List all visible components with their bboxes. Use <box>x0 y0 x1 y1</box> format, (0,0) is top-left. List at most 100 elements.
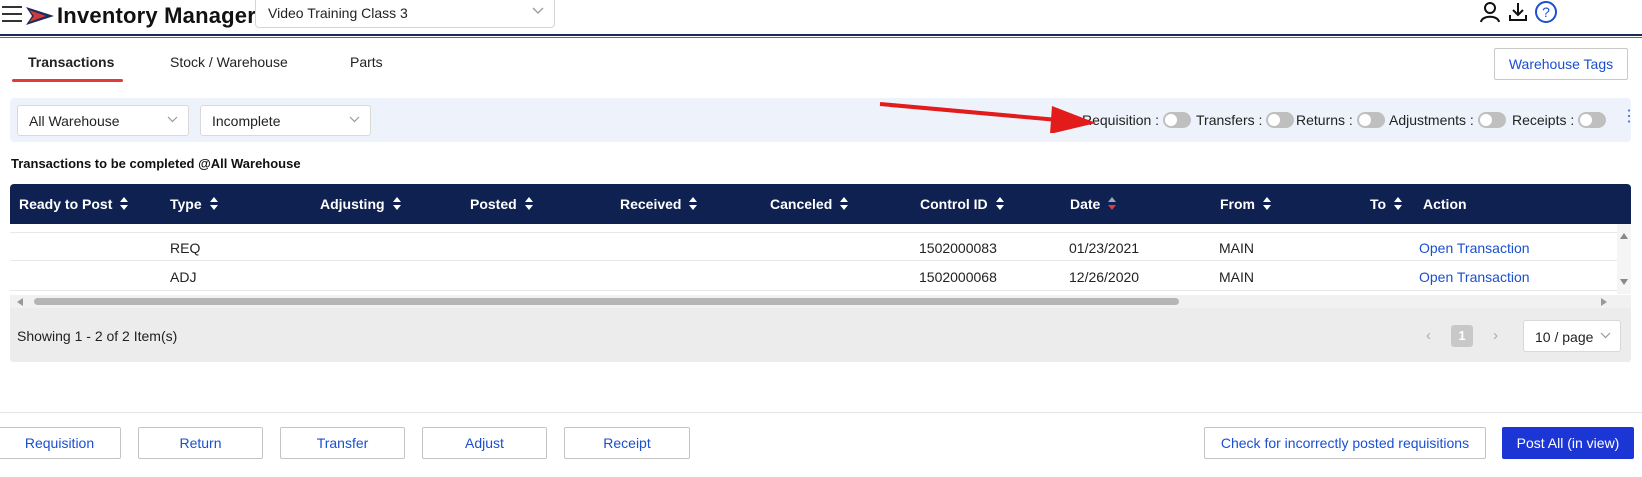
column-label: Canceled <box>770 196 833 212</box>
current-page[interactable]: 1 <box>1451 325 1473 347</box>
horizontal-scrollbar[interactable] <box>10 295 1631 308</box>
tab-transactions[interactable]: Transactions <box>28 54 114 70</box>
column-header-control-id[interactable]: Control ID <box>920 196 1004 212</box>
menu-icon[interactable] <box>2 6 22 24</box>
header-rule <box>0 34 1642 36</box>
column-header-received[interactable]: Received <box>620 196 698 212</box>
column-header-to[interactable]: To <box>1370 196 1403 212</box>
receipts-toggle-label: Receipts : <box>1512 112 1575 128</box>
scroll-right-icon[interactable] <box>1601 298 1607 306</box>
adjust-button[interactable]: Adjust <box>422 427 547 459</box>
receipts-toggle[interactable] <box>1578 112 1607 128</box>
cell-date: 12/26/2020 <box>1069 269 1140 285</box>
transfers-toggle[interactable] <box>1266 112 1295 128</box>
column-label: Control ID <box>920 196 988 212</box>
cell-type: REQ <box>170 240 201 256</box>
returns-toggle[interactable] <box>1356 112 1385 128</box>
user-icon[interactable] <box>1478 0 1502 24</box>
scrollbar-thumb[interactable] <box>34 298 1179 305</box>
chevron-down-icon <box>167 116 178 123</box>
sort-icon <box>1263 197 1271 211</box>
vertical-scrollbar[interactable] <box>1617 224 1631 294</box>
scroll-up-icon[interactable] <box>1620 233 1628 239</box>
chevron-right-icon[interactable]: › <box>1493 327 1498 344</box>
check-incorrect-requisitions-button[interactable]: Check for incorrectly posted requisition… <box>1204 427 1486 459</box>
sort-desc-icon <box>1108 197 1117 211</box>
receipt-button[interactable]: Receipt <box>564 427 690 459</box>
transfers-toggle-group: Transfers : <box>1196 111 1295 129</box>
column-header-posted[interactable]: Posted <box>470 196 533 212</box>
column-header-action: Action <box>1423 196 1467 212</box>
sort-icon <box>120 197 129 211</box>
column-label: Ready to Post <box>19 196 113 212</box>
download-icon[interactable] <box>1506 0 1530 24</box>
open-transaction-link[interactable]: Open Transaction <box>1419 240 1530 256</box>
sort-icon <box>1394 197 1403 211</box>
cell-type: ADJ <box>170 269 197 285</box>
tab-parts[interactable]: Parts <box>350 54 383 70</box>
red-arrow-annotation <box>879 102 1096 133</box>
column-header-adjusting[interactable]: Adjusting <box>320 196 401 212</box>
requisition-button[interactable]: Requisition <box>0 427 121 459</box>
scroll-down-icon[interactable] <box>1620 279 1628 285</box>
cell-from: MAIN <box>1219 269 1254 285</box>
tab-bar: Transactions Stock / Warehouse Parts <box>0 44 1642 84</box>
chevron-left-icon[interactable]: ‹ <box>1426 327 1431 344</box>
column-header-from[interactable]: From <box>1220 196 1271 212</box>
item-count-text: Showing 1 - 2 of 2 Item(s) <box>17 328 178 344</box>
sort-icon <box>524 197 533 211</box>
more-options-icon[interactable]: ⋮ <box>1621 109 1637 125</box>
cell-control-id: 1502000083 <box>919 240 997 256</box>
sort-icon <box>689 197 698 211</box>
column-header-date[interactable]: Date <box>1070 196 1117 212</box>
table-row: ADJ 1502000068 12/26/2020 MAIN Open Tran… <box>10 262 1617 291</box>
app-header: Inventory Manager Video Training Class 3… <box>0 0 1642 34</box>
table-header: Ready to Post Type Adjusting Posted Rece… <box>10 184 1631 224</box>
status-select-value: Incomplete <box>212 113 281 129</box>
requisition-toggle[interactable] <box>1163 112 1192 128</box>
header-rule-accent <box>0 37 1642 38</box>
column-header-canceled[interactable]: Canceled <box>770 196 849 212</box>
column-label: Date <box>1070 196 1101 212</box>
cell-from: MAIN <box>1219 240 1254 256</box>
svg-text:?: ? <box>1542 4 1550 20</box>
column-label: Received <box>620 196 682 212</box>
chevron-down-icon <box>532 7 544 14</box>
tab-stock-warehouse[interactable]: Stock / Warehouse <box>170 54 288 70</box>
chevron-down-icon <box>349 116 360 123</box>
page-size-select[interactable]: 10 / page <box>1523 320 1621 352</box>
filter-bar: All Warehouse Incomplete Requisition : T… <box>10 98 1637 142</box>
adjustments-toggle[interactable] <box>1477 112 1506 128</box>
column-header-type[interactable]: Type <box>170 196 218 212</box>
class-selector[interactable]: Video Training Class 3 <box>255 0 555 28</box>
column-label: To <box>1370 196 1387 212</box>
logo-icon <box>26 7 54 25</box>
chevron-down-icon <box>1600 332 1611 339</box>
sort-icon <box>995 197 1004 211</box>
status-select[interactable]: Incomplete <box>200 105 371 136</box>
sort-icon <box>392 197 401 211</box>
scroll-left-icon[interactable] <box>17 298 23 306</box>
table-row: REQ 1502000083 01/23/2021 MAIN Open Tran… <box>10 232 1617 261</box>
transfers-toggle-label: Transfers : <box>1196 112 1263 128</box>
transfer-button[interactable]: Transfer <box>280 427 405 459</box>
class-selector-value: Video Training Class 3 <box>268 5 408 21</box>
app-title: Inventory Manager <box>57 3 257 28</box>
column-label: Adjusting <box>320 196 385 212</box>
requisition-toggle-group: Requisition : <box>1082 111 1192 129</box>
sort-icon <box>840 197 849 211</box>
adjustments-toggle-label: Adjustments : <box>1389 112 1474 128</box>
returns-toggle-group: Returns : <box>1296 111 1385 129</box>
receipts-toggle-group: Receipts : <box>1512 111 1607 129</box>
warehouse-tags-button[interactable]: Warehouse Tags <box>1494 48 1628 80</box>
adjustments-toggle-group: Adjustments : <box>1389 111 1506 129</box>
column-header-ready-to-post[interactable]: Ready to Post <box>19 196 129 212</box>
open-transaction-link[interactable]: Open Transaction <box>1419 269 1530 285</box>
cell-control-id: 1502000068 <box>919 269 997 285</box>
post-all-button[interactable]: Post All (in view) <box>1502 427 1634 459</box>
column-label: Type <box>170 196 202 212</box>
page-size-value: 10 / page <box>1535 329 1594 345</box>
return-button[interactable]: Return <box>138 427 263 459</box>
warehouse-select[interactable]: All Warehouse <box>17 105 189 136</box>
help-icon[interactable]: ? <box>1534 0 1558 24</box>
